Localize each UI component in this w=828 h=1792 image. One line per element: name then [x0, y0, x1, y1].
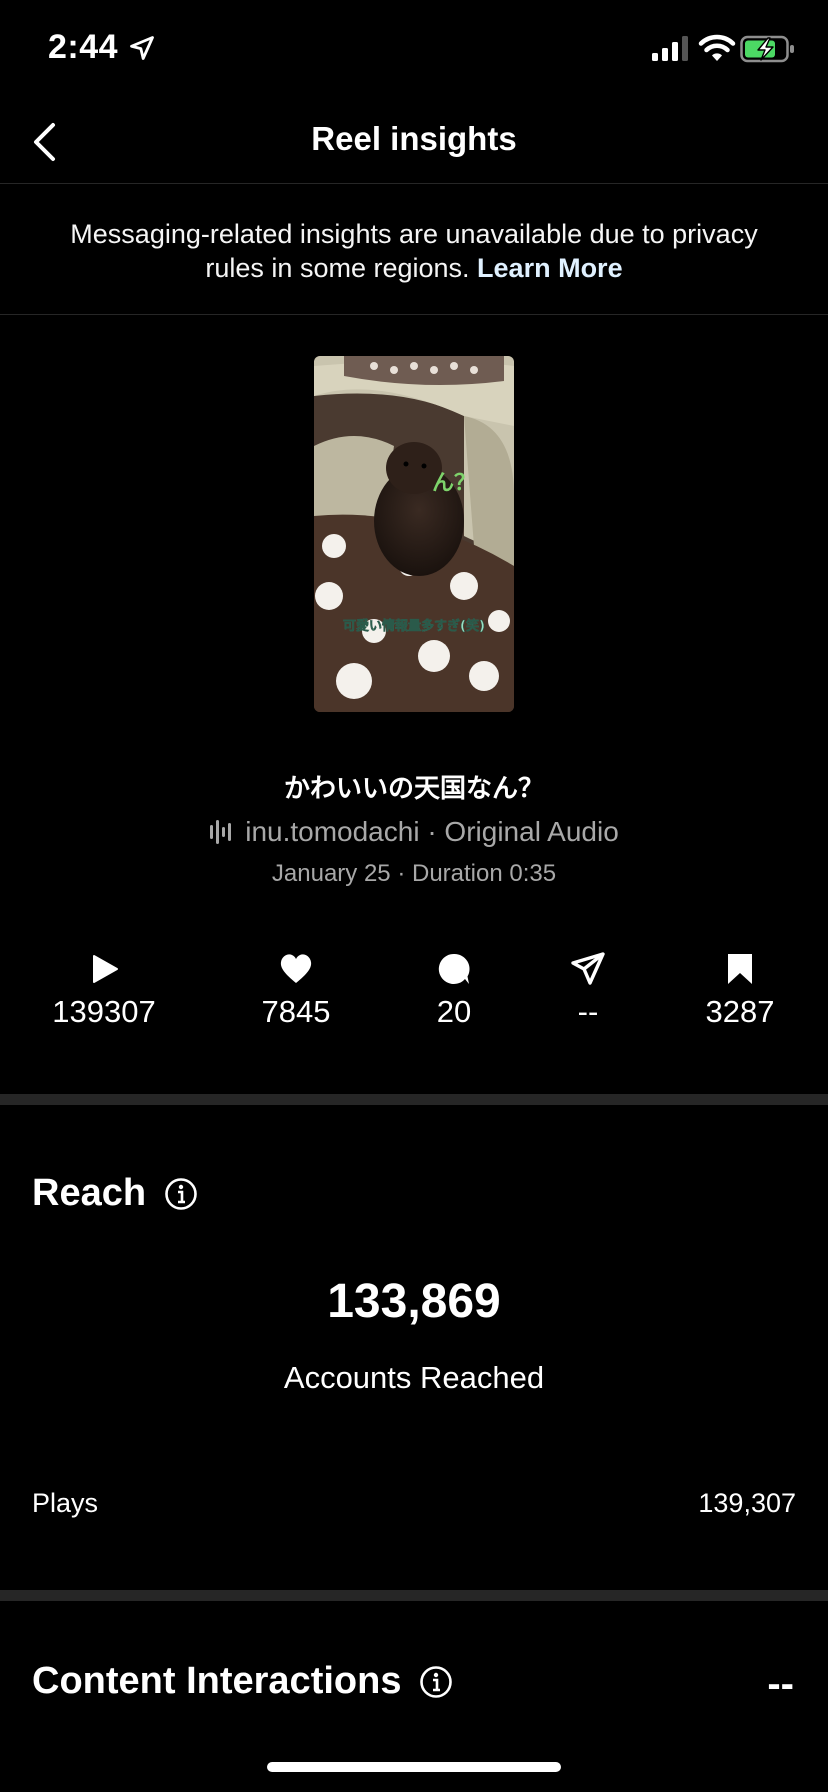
cellular-signal-icon: [652, 36, 688, 61]
heart-icon: [280, 954, 312, 983]
stats-row: 139307 7845 20 -- 3287: [0, 952, 828, 1032]
reel-meta: January 25 · Duration 0:35: [271, 860, 557, 887]
reel-title: かわいいの天国なん？: [283, 773, 544, 803]
content-interactions-title: Content Interactions: [32, 1660, 402, 1702]
audio-label: inu.tomodachi · Original Audio: [245, 816, 619, 847]
stat-likes: 7845: [216, 952, 376, 1030]
reach-header: Reach: [32, 1172, 198, 1215]
info-icon[interactable]: [419, 1665, 453, 1699]
stat-saves: 3287: [660, 952, 820, 1030]
reel-thumbnail[interactable]: ん？ 可愛い情報量多すぎ(笑): [314, 356, 514, 712]
learn-more-link[interactable]: Learn More: [477, 253, 623, 283]
accounts-reached-label: Accounts Reached: [283, 1360, 545, 1395]
thumbnail-caption-bottom: 可愛い情報量多すぎ(笑): [343, 618, 485, 634]
content-interactions-header: Content Interactions: [32, 1660, 453, 1703]
audio-waveform-icon: [210, 820, 232, 844]
section-divider: [0, 1590, 828, 1601]
location-arrow-icon: [130, 36, 154, 60]
shares-count: --: [577, 994, 599, 1029]
section-divider: [0, 1094, 828, 1105]
accounts-reached-value: 133,869: [327, 1275, 501, 1328]
status-bar: 2:44: [0, 0, 828, 100]
send-icon: [571, 952, 605, 985]
status-time: 2:44: [48, 28, 119, 66]
notice-text: Messaging-related insights are unavailab…: [70, 219, 758, 283]
plays-row-value: 139,307: [698, 1488, 796, 1518]
audio-line[interactable]: inu.tomodachi · Original Audio: [0, 816, 828, 848]
reel-thumbnail-image: ん？ 可愛い情報量多すぎ(笑): [314, 356, 514, 712]
saves-count: 3287: [705, 994, 775, 1029]
battery-charging-icon: [740, 35, 794, 63]
plays-row-label: Plays: [32, 1488, 99, 1518]
privacy-notice: Messaging-related insights are unavailab…: [0, 185, 828, 315]
bookmark-icon: [728, 954, 752, 984]
thumbnail-caption-top: ん？: [432, 471, 476, 496]
page-title: Reel insights: [311, 120, 517, 157]
plays-count: 139307: [52, 994, 156, 1029]
stat-shares: --: [508, 952, 668, 1030]
content-interactions-value: --: [767, 1662, 794, 1706]
play-icon: [93, 955, 118, 983]
reach-title: Reach: [32, 1172, 147, 1214]
comment-bubble-icon: [438, 953, 470, 984]
stat-plays: 139307: [24, 952, 184, 1030]
home-indicator: [267, 1762, 561, 1772]
nav-bar: Reel insights: [0, 100, 828, 184]
likes-count: 7845: [261, 994, 331, 1029]
wifi-icon: [698, 34, 736, 61]
info-icon[interactable]: [164, 1177, 198, 1211]
